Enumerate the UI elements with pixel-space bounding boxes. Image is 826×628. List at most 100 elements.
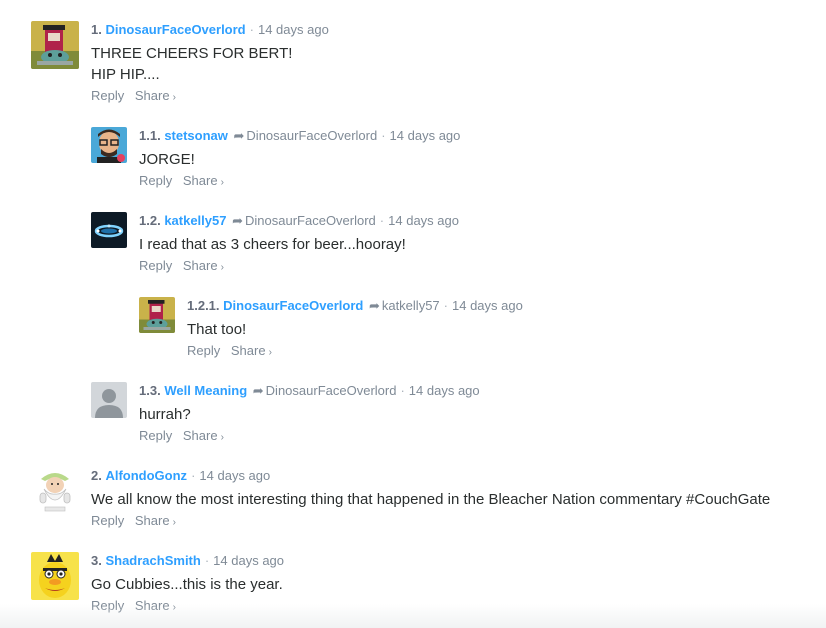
comment-line: HIP HIP.... bbox=[91, 66, 160, 83]
reply-link[interactable]: Reply bbox=[187, 343, 220, 358]
share-label: Share bbox=[134, 88, 170, 103]
comment-actions: Reply Share› bbox=[139, 428, 480, 446]
comment-header: 1.2.1. DinosaurFaceOverlord ➦ katkelly57 ·… bbox=[187, 298, 523, 314]
reply-link[interactable]: Reply bbox=[139, 428, 172, 443]
chevron-right-icon: › bbox=[268, 347, 272, 358]
timestamp-link[interactable]: 14 days ago bbox=[213, 553, 284, 568]
parent-author-link[interactable]: katkelly57 bbox=[382, 298, 440, 313]
author-link[interactable]: stetsonaw bbox=[164, 128, 228, 143]
comment-line: We all know the most interesting thing t… bbox=[91, 491, 771, 508]
author-link[interactable]: AlfondoGonz bbox=[105, 468, 187, 483]
comment-body: 1. DinosaurFaceOverlord · 14 days ago THRE… bbox=[91, 21, 329, 106]
comment-number: 2. bbox=[91, 468, 102, 483]
blue-lights-avatar[interactable] bbox=[91, 212, 127, 248]
parent-author-link[interactable]: DinosaurFaceOverlord bbox=[245, 213, 376, 228]
comment-line: THREE CHEERS FOR BERT! bbox=[91, 45, 293, 62]
author-link[interactable]: Well Meaning bbox=[164, 383, 247, 398]
chevron-right-icon: › bbox=[172, 92, 176, 103]
reply-link[interactable]: Reply bbox=[139, 258, 172, 273]
reply-arrow-icon: ➦ bbox=[233, 128, 245, 143]
comment-number: 1.2. bbox=[139, 213, 161, 228]
share-label: Share bbox=[182, 258, 218, 273]
comment-body: 1.2. katkelly57 ➦ DinosaurFaceOverlord · 14… bbox=[139, 212, 459, 276]
comment-body: 1.2.1. DinosaurFaceOverlord ➦ katkelly57 ·… bbox=[187, 297, 523, 361]
share-link[interactable]: Share› bbox=[135, 88, 176, 103]
parent-author-link[interactable]: DinosaurFaceOverlord bbox=[266, 383, 397, 398]
reply-link[interactable]: Reply bbox=[91, 513, 124, 528]
share-link[interactable]: Share› bbox=[183, 428, 224, 443]
comment-line: JORGE! bbox=[139, 151, 195, 168]
share-link[interactable]: Share› bbox=[183, 173, 224, 188]
reply-link[interactable]: Reply bbox=[139, 173, 172, 188]
comment-header: 1.2. katkelly57 ➦ DinosaurFaceOverlord · 14… bbox=[139, 213, 459, 229]
comment-header: 3. ShadrachSmith · 14 days ago bbox=[91, 553, 284, 569]
sage-cartoon-avatar-image bbox=[31, 467, 79, 515]
comment-text: hurrah? bbox=[139, 404, 480, 425]
bert-avatar-image bbox=[31, 552, 79, 600]
reply-arrow-icon: ➦ bbox=[368, 298, 380, 313]
share-link[interactable]: Share› bbox=[231, 343, 272, 358]
share-label: Share bbox=[230, 343, 266, 358]
dinosaur-avatar[interactable] bbox=[139, 297, 175, 333]
author-link[interactable]: DinosaurFaceOverlord bbox=[223, 298, 363, 313]
parent-author-link[interactable]: DinosaurFaceOverlord bbox=[246, 128, 377, 143]
comment-number: 3. bbox=[91, 553, 102, 568]
timestamp-link[interactable]: 14 days ago bbox=[258, 22, 329, 37]
separator-dot: · bbox=[381, 128, 386, 143]
comment-line: hurrah? bbox=[139, 406, 191, 423]
dinosaur-avatar-image bbox=[139, 297, 175, 333]
comment-line: Go Cubbies...this is the year. bbox=[91, 576, 283, 593]
comment-text: Go Cubbies...this is the year. bbox=[91, 574, 284, 595]
author-link[interactable]: katkelly57 bbox=[164, 213, 226, 228]
share-link[interactable]: Share› bbox=[135, 513, 176, 528]
comment-actions: Reply Share› bbox=[139, 173, 460, 191]
blue-lights-avatar-image bbox=[91, 212, 127, 248]
comment-actions: Reply Share› bbox=[91, 513, 770, 531]
glasses-man-avatar[interactable] bbox=[91, 127, 127, 163]
separator-dot: · bbox=[443, 298, 448, 313]
chevron-right-icon: › bbox=[220, 262, 224, 273]
timestamp-link[interactable]: 14 days ago bbox=[409, 383, 480, 398]
comment-line: That too! bbox=[187, 321, 247, 338]
comment-number: 1. bbox=[91, 22, 102, 37]
comment-body: 1.3. Well Meaning ➦ DinosaurFaceOverlord ·… bbox=[139, 382, 480, 446]
comment-number: 1.2.1. bbox=[187, 298, 220, 313]
separator-dot: · bbox=[400, 383, 405, 398]
sage-cartoon-avatar[interactable] bbox=[31, 467, 79, 515]
chevron-right-icon: › bbox=[220, 432, 224, 443]
comment-thread: 1. DinosaurFaceOverlord · 14 days ago THRE… bbox=[0, 0, 826, 628]
share-label: Share bbox=[182, 173, 218, 188]
comment-header: 2. AlfondoGonz · 14 days ago bbox=[91, 468, 770, 484]
reply-arrow-icon: ➦ bbox=[252, 383, 264, 398]
comment-actions: Reply Share› bbox=[139, 258, 459, 276]
share-label: Share bbox=[182, 428, 218, 443]
timestamp-link[interactable]: 14 days ago bbox=[452, 298, 523, 313]
bert-avatar[interactable] bbox=[31, 552, 79, 600]
default-user-avatar-image bbox=[91, 382, 127, 418]
chevron-right-icon: › bbox=[172, 517, 176, 528]
comment-header: 1. DinosaurFaceOverlord · 14 days ago bbox=[91, 22, 329, 38]
comment-text: I read that as 3 cheers for beer...hoora… bbox=[139, 234, 459, 255]
comment-text: That too! bbox=[187, 319, 523, 340]
chevron-right-icon: › bbox=[220, 177, 224, 188]
separator-dot: · bbox=[191, 468, 196, 483]
timestamp-link[interactable]: 14 days ago bbox=[390, 128, 461, 143]
comment-body: 2. AlfondoGonz · 14 days ago We all know t… bbox=[91, 467, 770, 531]
share-label: Share bbox=[134, 513, 170, 528]
timestamp-link[interactable]: 14 days ago bbox=[388, 213, 459, 228]
timestamp-link[interactable]: 14 days ago bbox=[199, 468, 270, 483]
comment-text: THREE CHEERS FOR BERT! HIP HIP.... bbox=[91, 43, 329, 85]
separator-dot: · bbox=[379, 213, 385, 228]
comment-number: 1.3. bbox=[139, 383, 161, 398]
author-link[interactable]: ShadrachSmith bbox=[105, 553, 200, 568]
default-user-avatar[interactable] bbox=[91, 382, 127, 418]
share-link[interactable]: Share› bbox=[183, 258, 224, 273]
dinosaur-avatar-image bbox=[31, 21, 79, 69]
author-link[interactable]: DinosaurFaceOverlord bbox=[105, 22, 245, 37]
bottom-fade bbox=[0, 604, 826, 628]
dinosaur-avatar[interactable] bbox=[31, 21, 79, 69]
comment-number: 1.1. bbox=[139, 128, 161, 143]
reply-link[interactable]: Reply bbox=[91, 88, 124, 103]
comment-actions: Reply Share› bbox=[91, 88, 329, 106]
comment-actions: Reply Share› bbox=[187, 343, 523, 361]
